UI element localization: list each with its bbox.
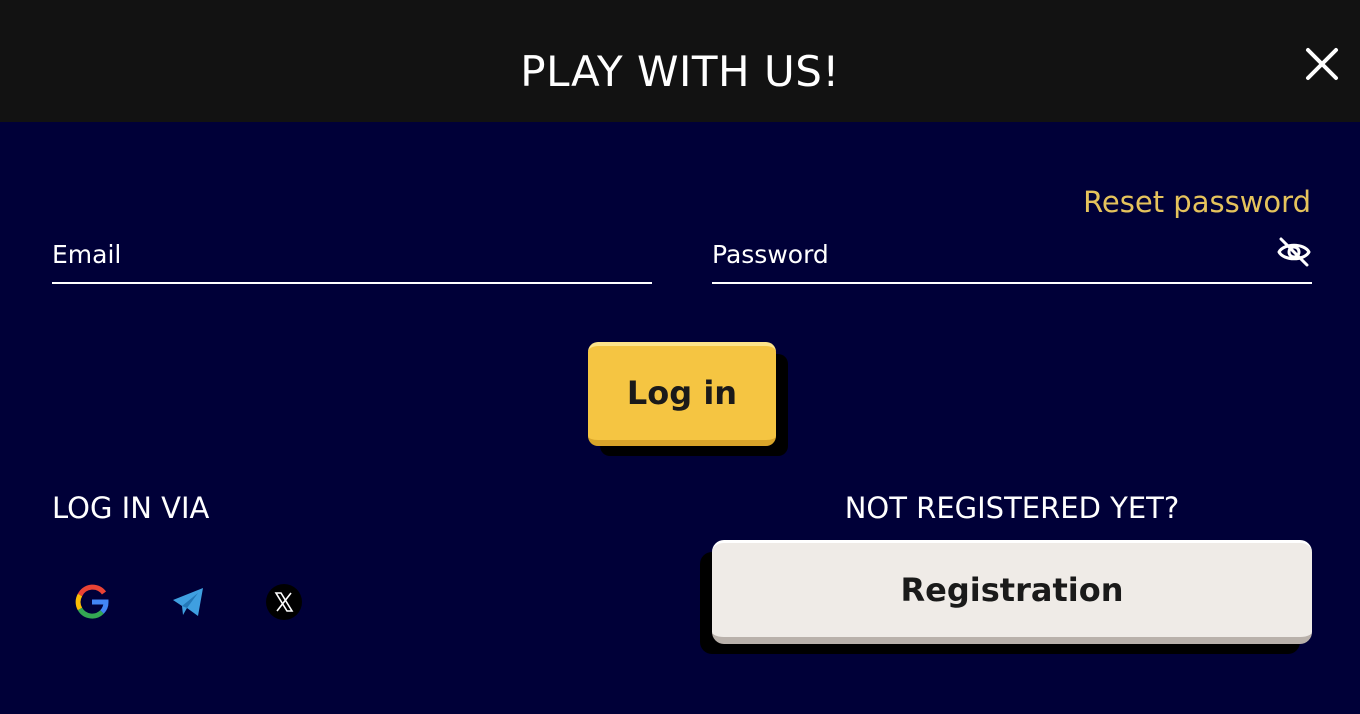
registration-button[interactable]: Registration bbox=[712, 540, 1312, 644]
reset-password-link[interactable]: Reset password bbox=[1083, 182, 1311, 222]
eye-off-icon[interactable] bbox=[1276, 236, 1312, 268]
modal-header: PLAY WITH US! bbox=[0, 0, 1360, 122]
telegram-icon[interactable] bbox=[170, 584, 206, 620]
password-input[interactable] bbox=[712, 234, 1252, 274]
email-input[interactable] bbox=[52, 234, 652, 274]
password-field bbox=[712, 234, 1312, 284]
x-icon[interactable] bbox=[266, 584, 302, 620]
modal-title: PLAY WITH US! bbox=[520, 47, 840, 96]
log-in-via-label: LOG IN VIA bbox=[52, 491, 210, 525]
close-icon[interactable] bbox=[1302, 44, 1342, 84]
google-icon[interactable] bbox=[74, 584, 110, 620]
login-modal: PLAY WITH US! Reset password Log in LOG … bbox=[0, 0, 1360, 714]
email-field bbox=[52, 234, 652, 284]
login-button[interactable]: Log in bbox=[588, 342, 776, 446]
not-registered-label: NOT REGISTERED YET? bbox=[844, 491, 1180, 525]
